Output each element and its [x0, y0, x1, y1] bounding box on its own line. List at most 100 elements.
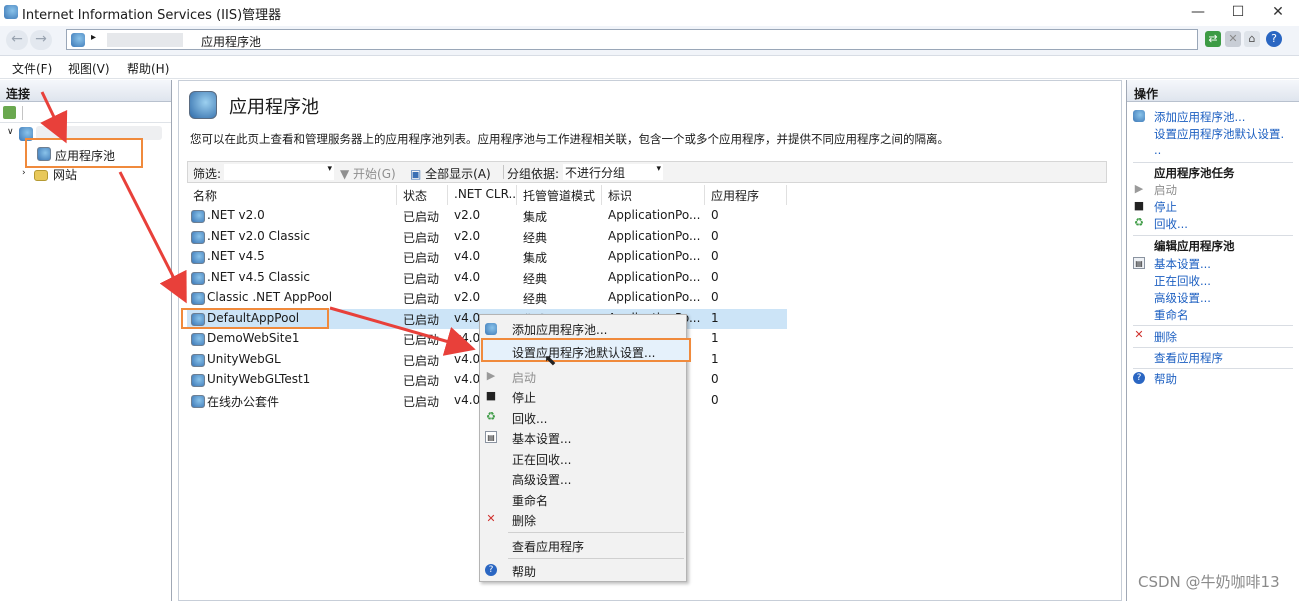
start-filter-button[interactable]: ▼ 开始(G) — [340, 165, 396, 182]
maximize-button[interactable]: ☐ — [1218, 0, 1258, 26]
table-row[interactable]: Classic .NET AppPool 已启动 v2.0 经典 Application… — [187, 288, 787, 309]
toolbar-divider — [503, 165, 504, 179]
menu-recycle[interactable]: 回收... — [512, 410, 547, 427]
action-start[interactable]: 启动 — [1154, 182, 1177, 198]
cell-pipeline: 经典 — [523, 230, 548, 245]
settings-grid-icon: ▤ — [1133, 257, 1145, 269]
action-view-apps[interactable]: 查看应用程序 — [1154, 350, 1223, 366]
action-recycling[interactable]: 正在回收... — [1154, 273, 1211, 289]
column-header-pipeline[interactable]: 托管管道模式 — [517, 185, 602, 205]
action-recycle[interactable]: 回收... — [1154, 216, 1188, 232]
start-icon: ▶ — [1134, 182, 1144, 195]
show-all-label: 全部显示(A) — [425, 167, 491, 181]
column-header-identity[interactable]: 标识 — [602, 185, 705, 205]
table-row[interactable]: .NET v4.5 已启动 v4.0 集成 ApplicationPo... 0 — [187, 247, 787, 268]
help-dropdown-icon[interactable]: ? — [1266, 31, 1282, 47]
funnel-icon: ▼ — [340, 167, 354, 181]
help-icon: ? — [1133, 372, 1145, 384]
menu-advanced-settings[interactable]: 高级设置... — [512, 471, 571, 488]
action-help[interactable]: 帮助 — [1154, 371, 1177, 387]
cell-name: .NET v4.5 Classic — [207, 269, 311, 284]
table-row[interactable]: .NET v2.0 已启动 v2.0 集成 ApplicationPo... 0 — [187, 206, 787, 227]
breadcrumb-app-pools[interactable]: 应用程序池 — [201, 33, 261, 50]
cell-clr: v4.0 — [454, 269, 481, 284]
column-header-status[interactable]: 状态 — [397, 185, 448, 205]
table-row[interactable]: .NET v4.5 Classic 已启动 v4.0 经典 ApplicationPo.… — [187, 268, 787, 289]
menu-add-app-pool[interactable]: 添加应用程序池... — [512, 321, 607, 338]
start-icon: ▶ — [486, 369, 496, 382]
menu-start[interactable]: 启动 — [512, 369, 536, 386]
action-delete[interactable]: 删除 — [1154, 329, 1177, 345]
tree-item-app-pools[interactable]: 应用程序池 — [25, 138, 143, 168]
cell-name: DemoWebSite1 — [207, 331, 300, 345]
app-pool-icon — [191, 312, 205, 326]
tree-item-sites[interactable]: 网站 — [53, 166, 77, 183]
server-name-redacted — [107, 33, 183, 47]
menu-rename[interactable]: 重命名 — [512, 492, 548, 509]
dropdown-arrow-icon[interactable]: ▾ — [327, 164, 332, 174]
menu-delete[interactable]: 删除 — [512, 512, 536, 529]
back-icon[interactable]: ← — [6, 30, 28, 50]
action-add-app-pool[interactable]: 添加应用程序池... — [1154, 109, 1245, 125]
table-row[interactable]: .NET v2.0 Classic 已启动 v2.0 经典 ApplicationPo.… — [187, 227, 787, 248]
divider — [1133, 235, 1293, 236]
cell-status: 已启动 — [403, 292, 440, 306]
app-pool-icon — [191, 230, 205, 244]
app-pool-icon — [191, 394, 205, 408]
connections-header: 连接 — [0, 80, 171, 102]
stop-icon[interactable]: ✕ — [1225, 31, 1241, 47]
action-set-defaults-cont[interactable]: .. — [1154, 143, 1161, 157]
watermark: CSDN @牛奶咖啡13 — [1138, 573, 1280, 591]
menu-file[interactable]: 文件(F) — [12, 60, 52, 77]
menu-stop[interactable]: 停止 — [512, 389, 536, 406]
connect-icon[interactable] — [3, 106, 16, 119]
cell-pipeline: 集成 — [523, 210, 548, 224]
divider — [1133, 325, 1293, 326]
action-advanced-settings[interactable]: 高级设置... — [1154, 290, 1211, 306]
start-filter-label: 开始(G) — [353, 167, 396, 181]
menu-bar: 文件(F) 视图(V) 帮助(H) — [0, 56, 1299, 79]
expand-sites-icon[interactable]: › — [22, 168, 26, 178]
column-header-apps[interactable]: 应用程序 — [705, 185, 787, 205]
add-pool-icon — [485, 323, 497, 335]
cell-apps: 0 — [711, 372, 719, 386]
filter-input[interactable]: ▾ — [224, 164, 334, 180]
menu-set-defaults[interactable]: 设置应用程序池默认设置... — [481, 338, 691, 362]
cell-apps: 1 — [711, 331, 719, 345]
menu-view[interactable]: 视图(V) — [68, 60, 110, 77]
action-set-defaults[interactable]: 设置应用程序池默认设置. — [1154, 126, 1284, 142]
action-stop[interactable]: 停止 — [1154, 199, 1177, 215]
show-all-button[interactable]: ▣ 全部显示(A) — [410, 165, 491, 182]
column-header-name[interactable]: 名称 — [187, 185, 397, 205]
address-bar[interactable]: ▸ 应用程序池 — [66, 29, 1198, 50]
cell-status: 已启动 — [403, 374, 440, 388]
forward-icon[interactable]: → — [30, 30, 52, 50]
menu-view-apps[interactable]: 查看应用程序 — [512, 538, 584, 555]
cell-status: 已启动 — [403, 271, 440, 286]
cell-apps: 0 — [711, 392, 719, 407]
menu-help[interactable]: 帮助 — [512, 563, 536, 580]
group-by-select[interactable]: 不进行分组 ▾ — [563, 164, 663, 180]
action-basic-settings[interactable]: 基本设置... — [1154, 256, 1211, 272]
actions-header: 操作 — [1127, 80, 1299, 102]
dropdown-arrow-icon[interactable]: ▾ — [656, 164, 661, 174]
menu-recycling[interactable]: 正在回收... — [512, 451, 571, 468]
column-header-clr[interactable]: .NET CLR... — [448, 185, 517, 205]
filter-label: 筛选: — [193, 167, 222, 181]
group-by-value: 不进行分组 — [565, 166, 626, 180]
close-button[interactable]: ✕ — [1258, 0, 1298, 26]
cell-name: Classic .NET AppPool — [207, 290, 333, 304]
action-rename[interactable]: 重命名 — [1154, 307, 1189, 323]
refresh-icon[interactable]: ⇄ — [1205, 31, 1221, 47]
expand-server-icon[interactable]: ∨ — [7, 127, 14, 137]
app-pool-icon — [191, 271, 205, 285]
tree-label-app-pools: 应用程序池 — [55, 149, 116, 163]
home-icon[interactable]: ⌂ — [1244, 31, 1260, 47]
menu-basic-settings[interactable]: 基本设置... — [512, 430, 571, 447]
connections-panel: 连接 ∨ 应用程序池 › 网站 — [0, 80, 172, 601]
cell-name: .NET v4.5 — [207, 249, 265, 263]
cell-status: 已启动 — [403, 251, 440, 265]
cell-clr: v4.0 — [454, 249, 481, 263]
menu-help[interactable]: 帮助(H) — [127, 60, 169, 77]
minimize-button[interactable]: — — [1178, 0, 1218, 26]
